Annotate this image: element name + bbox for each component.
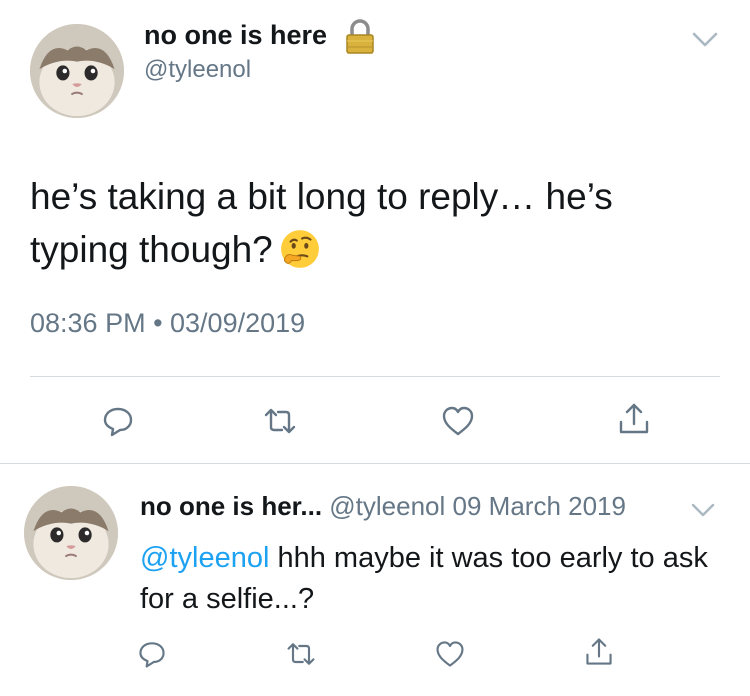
like-icon[interactable] xyxy=(434,638,466,670)
reply-text: @tyleenol hhh maybe it was too early to … xyxy=(140,538,730,620)
reply-icon[interactable] xyxy=(136,638,168,670)
timestamp: 08:36 PM • 03/09/2019 xyxy=(30,308,306,338)
display-name[interactable]: no one is here xyxy=(144,20,327,51)
avatar-reply[interactable] xyxy=(24,486,118,580)
crying-cat-avatar-image xyxy=(24,486,118,580)
reply-handle[interactable]: @tyleenol xyxy=(329,491,445,521)
share-icon[interactable] xyxy=(583,636,615,668)
reply-icon[interactable] xyxy=(100,403,136,439)
retweet-icon[interactable] xyxy=(262,403,298,439)
avatar-main[interactable] xyxy=(30,24,124,118)
tweet-text: he’s taking a bit long to reply… he’s ty… xyxy=(30,170,720,276)
crying-cat-avatar-image xyxy=(30,24,124,118)
reply-display-name[interactable]: no one is her... xyxy=(140,491,322,521)
divider xyxy=(0,463,750,464)
lock-icon xyxy=(340,17,380,57)
tweet-text-content: he’s taking a bit long to reply… he’s ty… xyxy=(30,176,613,270)
like-icon[interactable] xyxy=(440,403,476,439)
divider xyxy=(30,376,720,377)
thinking-face-emoji xyxy=(279,228,321,270)
chevron-down-icon[interactable] xyxy=(691,497,715,521)
chevron-down-icon[interactable] xyxy=(692,26,718,52)
mention-link[interactable]: @tyleenol xyxy=(140,542,269,574)
share-icon[interactable] xyxy=(616,401,652,437)
handle[interactable]: @tyleenol xyxy=(144,56,251,84)
reply-date[interactable]: 09 March 2019 xyxy=(453,491,626,521)
reply-header: no one is her... @tyleenol 09 March 2019 xyxy=(140,491,626,522)
retweet-icon[interactable] xyxy=(285,638,317,670)
